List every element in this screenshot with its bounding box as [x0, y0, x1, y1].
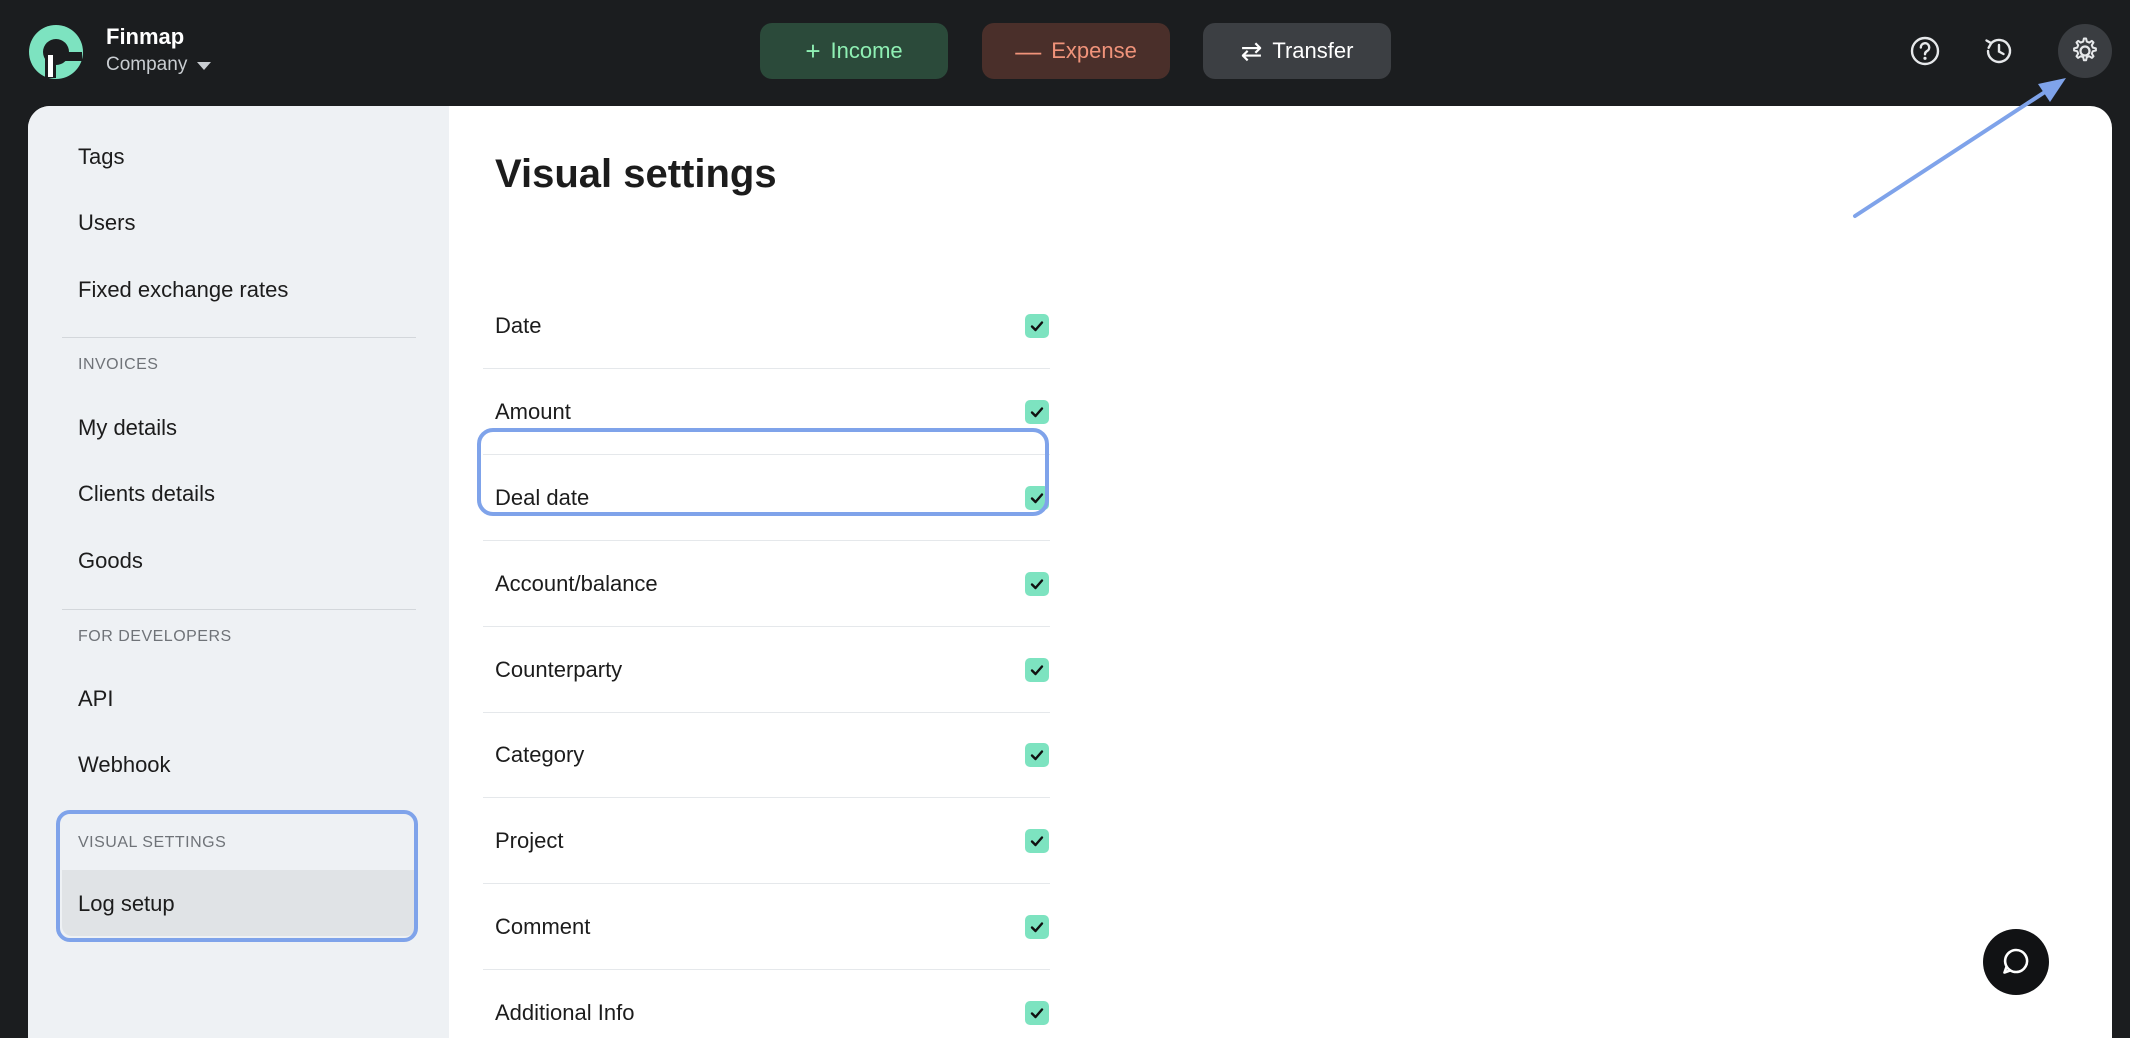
sidebar-heading-invoices: INVOICES: [78, 356, 159, 373]
check-icon: [1030, 578, 1044, 589]
company-switcher[interactable]: Company: [106, 54, 212, 76]
top-bar: Finmap Company + Income — Expense ⇄ Tran…: [0, 0, 2130, 106]
highlight-outline-visual-settings: [56, 810, 418, 942]
field-checkbox[interactable]: [1025, 657, 1049, 682]
sidebar-item-my-details[interactable]: My details: [78, 415, 177, 441]
transfer-label: Transfer: [1272, 38, 1354, 63]
field-checkbox[interactable]: [1025, 313, 1049, 338]
field-label: Counterparty: [495, 656, 623, 682]
history-icon[interactable]: [1974, 26, 2024, 76]
visual-settings-content: Visual settings Date Amount Deal date Ac…: [449, 106, 2112, 1038]
sidebar-item-clients-details[interactable]: Clients details: [78, 481, 215, 507]
chat-bubble-icon: [2003, 948, 2029, 974]
check-icon: [1030, 320, 1044, 331]
field-label: Date: [495, 312, 542, 338]
sidebar-item-goods[interactable]: Goods: [78, 548, 143, 574]
gear-icon[interactable]: [2058, 24, 2112, 78]
field-label: Additional Info: [495, 1000, 635, 1025]
page-title: Visual settings: [495, 152, 777, 196]
field-row-counterparty: Counterparty: [483, 627, 1050, 713]
field-label: Category: [495, 741, 585, 767]
field-checkbox[interactable]: [1025, 571, 1049, 596]
help-circle-icon[interactable]: [1900, 26, 1950, 76]
field-checkbox[interactable]: [1025, 742, 1049, 767]
finmap-logo-icon[interactable]: [26, 22, 86, 82]
field-row-comment: Comment: [483, 884, 1050, 970]
sidebar-item-webhook[interactable]: Webhook: [78, 752, 171, 778]
field-checkbox[interactable]: [1025, 828, 1049, 853]
field-label: Amount: [495, 398, 571, 424]
check-icon: [1030, 406, 1044, 417]
income-label: Income: [830, 38, 903, 63]
expense-label: Expense: [1051, 38, 1137, 63]
sidebar-item-fixed-exchange-rates[interactable]: Fixed exchange rates: [78, 277, 288, 303]
field-row-date: Date: [483, 283, 1050, 369]
check-icon: [1030, 749, 1044, 760]
check-icon: [1030, 664, 1044, 675]
settings-panel: Tags Users Fixed exchange rates INVOICES…: [28, 106, 2112, 1038]
sidebar-item-tags[interactable]: Tags: [78, 144, 124, 170]
check-icon: [1030, 835, 1044, 846]
minus-icon: —: [1015, 36, 1042, 66]
sidebar-divider: [62, 337, 416, 338]
field-checkbox[interactable]: [1025, 1001, 1049, 1025]
field-row-additional-info: Additional Info: [483, 970, 1050, 1038]
company-name: Company: [106, 54, 188, 75]
chevron-down-icon: [197, 62, 212, 70]
transfer-button[interactable]: ⇄ Transfer: [1203, 23, 1391, 79]
chat-button[interactable]: [1983, 929, 2049, 995]
app-name: Finmap: [106, 24, 185, 49]
field-label: Project: [495, 827, 564, 853]
check-icon: [1030, 921, 1044, 932]
field-checkbox[interactable]: [1025, 399, 1049, 424]
income-button[interactable]: + Income: [760, 23, 948, 79]
field-checkbox[interactable]: [1025, 914, 1049, 939]
highlight-outline-deal-date: [477, 428, 1049, 516]
sidebar-heading-for-developers: FOR DEVELOPERS: [78, 628, 232, 645]
sidebar-divider: [62, 609, 416, 610]
settings-sidebar: Tags Users Fixed exchange rates INVOICES…: [28, 106, 449, 1038]
check-icon: [1030, 1008, 1044, 1019]
sidebar-item-users[interactable]: Users: [78, 210, 135, 236]
sidebar-item-api[interactable]: API: [78, 686, 113, 712]
transfer-arrows-icon: ⇄: [1240, 36, 1263, 66]
field-row-project: Project: [483, 798, 1050, 884]
expense-button[interactable]: — Expense: [982, 23, 1170, 79]
field-label: Comment: [495, 913, 591, 939]
field-label: Account/balance: [495, 570, 658, 596]
field-row-account-balance: Account/balance: [483, 541, 1050, 627]
field-row-category: Category: [483, 712, 1050, 798]
plus-icon: +: [805, 36, 821, 66]
